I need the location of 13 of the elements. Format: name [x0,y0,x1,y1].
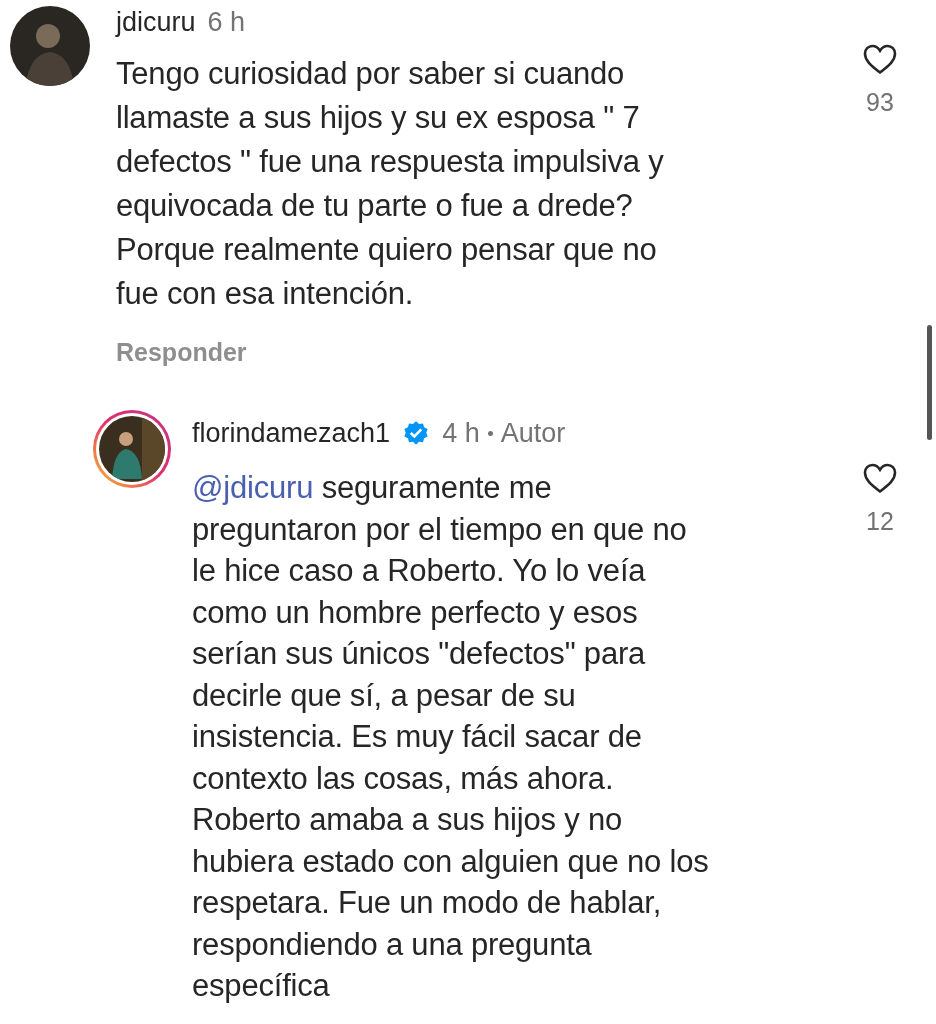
avatar[interactable] [92,409,172,489]
like-count: 12 [866,507,894,536]
author-label: Autor [500,417,566,449]
username[interactable]: jdicuru [116,6,196,38]
timestamp: 6 h [207,6,246,38]
like-count: 93 [866,88,894,117]
username[interactable]: florindamezach1 [192,417,391,449]
comment-text: @jdicuru seguramente me preguntaron por el tiempo en que no le hice caso a Roberto. Yo lo veía como un hombre perfecto y esos serían sus únicos "defectos" para decirle que sí, a pesar de su insistencia. Es muy fácil sacar de contexto las cosas, más ahora. Roberto amaba a sus hijos y no hubiera estado con alguien que no los respetara. Fue un modo de hablar, respondiendo a una pregunta específica [192,469,710,1005]
scrollbar[interactable] [927,325,932,440]
comment-text: Tengo curiosidad por saber si cuando llamaste a sus hijos y su ex esposa " 7 defectos " fue una respuesta impulsiva y equivocada de tu parte o fue a drede? Porque realmente quiero pensar que no fue con esa intención. [116,55,665,313]
separator-dot [487,430,493,436]
mention-link[interactable]: @jdicuru [192,470,314,505]
timestamp: 4 h [442,417,480,449]
